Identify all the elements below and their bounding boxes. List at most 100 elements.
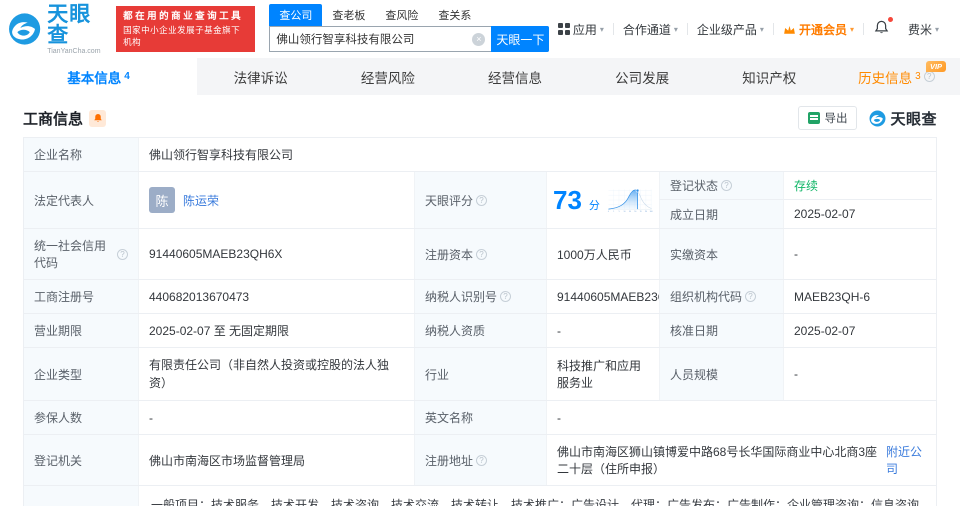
search-tabs: 查公司 查老板 查风险 查关系 <box>269 4 549 26</box>
chevron-down-icon: ▾ <box>759 24 764 34</box>
search-input[interactable] <box>270 27 473 51</box>
table-row: 工商注册号 440682013670473 纳税人识别号? 91440605MA… <box>24 280 936 314</box>
help-icon[interactable]: ? <box>500 291 512 302</box>
field-label: 营业期限 <box>24 314 138 347</box>
field-label: 成立日期 <box>659 200 783 228</box>
apps-grid-icon <box>558 23 570 35</box>
crown-icon <box>784 25 795 34</box>
notification-bell[interactable] <box>864 17 899 38</box>
legal-rep-value: 陈 陈运荣 <box>138 172 414 228</box>
search-button[interactable]: 天眼一下 <box>491 26 550 52</box>
field-label: 核准日期 <box>659 314 783 347</box>
score-unit: 分 <box>588 199 600 212</box>
table-row: 营业期限 2025-02-07 至 无固定期限 纳税人资质 - 核准日期 202… <box>24 314 936 348</box>
field-label: 纳税人资质 <box>414 314 546 347</box>
clear-icon[interactable]: × <box>472 32 486 46</box>
score-distribution-chart: 0 1 5 10 30 50 70 90 100 <box>608 188 653 213</box>
slogan-badge: 都在用的商业查询工具 国家中小企业发展子基金旗下机构 <box>116 5 256 53</box>
svg-text:0: 0 <box>608 211 609 213</box>
table-row: 统一社会信用代码? 91440605MAEB23QH6X 注册资本? 1000万… <box>24 229 936 280</box>
nav-apps[interactable]: 应用 ▾ <box>549 21 613 38</box>
table-row: 企业名称 佛山领行智享科技有限公司 <box>24 138 936 172</box>
bell-icon <box>93 113 102 122</box>
tab-intellectual-property[interactable]: 知识产权 <box>706 58 833 95</box>
field-label: 注册地址? <box>414 435 546 485</box>
english-name-value: - <box>546 401 932 434</box>
term-value: 2025-02-07 至 无固定期限 <box>138 314 414 347</box>
help-icon[interactable]: ? <box>476 454 488 466</box>
field-label: 注册资本? <box>414 229 546 279</box>
monitor-bell-badge[interactable] <box>89 109 107 127</box>
field-label: 经营范围? <box>24 486 138 506</box>
taxpayer-qual-value: - <box>546 314 659 347</box>
top-nav: 应用 ▾ 合作通道 ▾ 企业级产品 ▾ 开通会员 ▾ 费米 ▾ <box>549 17 948 38</box>
org-code-value: MAEB23QH-6 <box>783 280 932 313</box>
chevron-down-icon: ▾ <box>849 24 854 34</box>
taxpayer-id-value: 91440605MAEB23QH6X <box>546 280 690 313</box>
tianyancha-logo[interactable]: 天眼查 TianYanCha.com <box>8 4 108 55</box>
section-title: 工商信息 <box>23 110 84 128</box>
field-label: 英文名称 <box>414 401 546 434</box>
help-icon[interactable]: ? <box>476 194 488 206</box>
avatar[interactable]: 陈 <box>149 187 175 213</box>
search-tab-risk[interactable]: 查风险 <box>375 4 428 26</box>
field-label: 企业类型 <box>24 348 138 400</box>
help-icon[interactable]: ? <box>923 71 935 82</box>
chevron-down-icon: ▾ <box>673 24 678 34</box>
field-label: 企业名称 <box>24 138 138 171</box>
approval-date-value: 2025-02-07 <box>783 314 932 347</box>
status-badge: 存续 <box>794 179 819 193</box>
search-tab-relation[interactable]: 查关系 <box>428 4 481 26</box>
svg-text:90: 90 <box>645 211 647 213</box>
svg-text:10: 10 <box>623 211 625 213</box>
svg-text:1: 1 <box>613 211 614 213</box>
help-icon[interactable]: ? <box>476 248 488 260</box>
bell-icon <box>874 20 889 34</box>
nav-cooperation[interactable]: 合作通道 ▾ <box>614 21 687 38</box>
search-tab-boss[interactable]: 查老板 <box>322 4 375 26</box>
field-label: 实缴资本 <box>659 229 783 279</box>
chevron-down-icon: ▾ <box>934 24 939 34</box>
chevron-down-icon: ▾ <box>599 24 604 34</box>
industry-value: 科技推广和应用服务业 <box>546 348 659 400</box>
nav-user[interactable]: 费米 ▾ <box>899 21 948 38</box>
watermark-text: 天眼查 <box>890 110 937 128</box>
help-icon[interactable]: ? <box>721 180 733 191</box>
help-icon[interactable]: ? <box>117 248 128 260</box>
uscc-value: 91440605MAEB23QH6X <box>138 229 414 279</box>
tab-operating-risk[interactable]: 经营风险 <box>324 58 451 95</box>
reg-authority-value: 佛山市南海区市场监督管理局 <box>138 435 414 485</box>
field-label: 组织机构代码? <box>659 280 783 313</box>
tab-business-info[interactable]: 经营信息 <box>451 58 578 95</box>
legal-rep-link[interactable]: 陈运荣 <box>183 192 219 209</box>
tab-company-development[interactable]: 公司发展 <box>579 58 706 95</box>
score-marker-pin <box>635 188 640 193</box>
export-button[interactable]: 导出 <box>798 106 858 130</box>
help-icon[interactable]: ? <box>745 291 757 302</box>
table-row: 登记机关 佛山市南海区市场监督管理局 注册地址? 佛山市南海区狮山镇博爱中路68… <box>24 435 936 486</box>
nearby-companies-link[interactable]: 附近公司 <box>886 443 922 477</box>
table-row: 企业类型 有限责任公司（非自然人投资或控股的法人独资） 行业 科技推广和应用服务… <box>24 348 936 401</box>
tianyancha-logo-icon <box>9 13 41 45</box>
field-label: 登记状态? <box>659 172 783 200</box>
nav-open-vip[interactable]: 开通会员 ▾ <box>774 21 863 38</box>
logo-brand-text: 天眼查 <box>47 2 92 47</box>
search-tab-company[interactable]: 查公司 <box>269 4 323 26</box>
svg-text:100: 100 <box>650 211 653 213</box>
tianyancha-logo-icon <box>870 110 886 126</box>
svg-text:30: 30 <box>629 211 631 213</box>
company-type-value: 有限责任公司（非自然人投资或控股的法人独资） <box>138 348 414 400</box>
reg-status-value: 存续 <box>783 172 932 200</box>
tab-history-info[interactable]: VIP 历史信息 3 ? <box>833 58 960 95</box>
search-box: × 天眼一下 <box>269 26 550 52</box>
slogan-line1: 都在用的商业查询工具 <box>123 10 244 22</box>
company-name-value: 佛山领行智享科技有限公司 <box>138 138 932 171</box>
svg-text:5: 5 <box>619 211 620 213</box>
field-label: 纳税人识别号? <box>414 280 546 313</box>
nav-enterprise-products[interactable]: 企业级产品 ▾ <box>688 21 773 38</box>
tab-legal-proceedings[interactable]: 法律诉讼 <box>197 58 324 95</box>
score-number: 73 <box>553 185 582 215</box>
reg-capital-value: 1000万人民币 <box>546 229 659 279</box>
tab-basic-info[interactable]: 基本信息 4 <box>0 58 198 95</box>
reg-number-value: 440682013670473 <box>138 280 414 313</box>
